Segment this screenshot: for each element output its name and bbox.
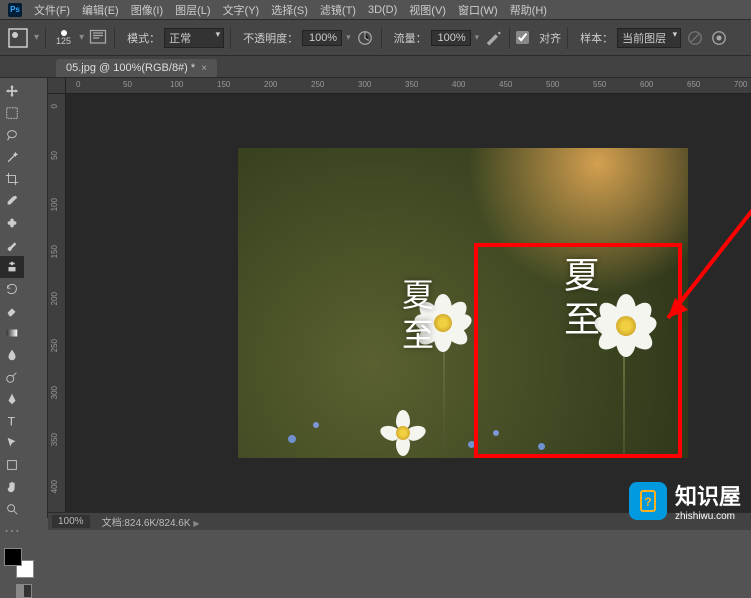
current-tool-icon[interactable] bbox=[6, 26, 30, 50]
small-flower bbox=[313, 422, 319, 428]
menu-select[interactable]: 选择(S) bbox=[265, 0, 314, 20]
watermark: ? 知识屋 zhishiwu.com bbox=[629, 479, 741, 522]
tab-title: 05.jpg @ 100%(RGB/8#) * bbox=[66, 62, 195, 74]
menu-3d[interactable]: 3D(D) bbox=[362, 2, 403, 18]
color-swatches[interactable] bbox=[0, 544, 47, 578]
small-flower bbox=[538, 443, 545, 450]
crop-tool[interactable] bbox=[0, 168, 24, 190]
small-flower bbox=[493, 430, 499, 436]
flower-image bbox=[598, 298, 653, 353]
menu-layer[interactable]: 图层(L) bbox=[169, 0, 216, 20]
opacity-input[interactable]: 100% bbox=[302, 30, 342, 46]
shape-tool[interactable] bbox=[0, 454, 24, 476]
ruler-horizontal[interactable]: 0 50 100 150 200 250 300 350 400 450 500… bbox=[66, 78, 751, 94]
quick-mask-toggle[interactable] bbox=[0, 578, 47, 598]
pressure-opacity-icon[interactable] bbox=[355, 28, 375, 48]
small-flower bbox=[288, 435, 296, 443]
chevron-down-icon[interactable]: ▾ bbox=[475, 32, 480, 43]
menu-window[interactable]: 窗口(W) bbox=[452, 0, 504, 20]
watermark-title: 知识屋 bbox=[675, 484, 741, 509]
document-tab-bar: 05.jpg @ 100%(RGB/8#) * × bbox=[0, 56, 751, 78]
toolbox: T ⋯ bbox=[0, 78, 48, 518]
menu-help[interactable]: 帮助(H) bbox=[504, 0, 553, 20]
pressure-size-icon[interactable] bbox=[709, 28, 729, 48]
move-tool[interactable] bbox=[0, 80, 24, 102]
document-tab[interactable]: 05.jpg @ 100%(RGB/8#) * × bbox=[56, 59, 217, 77]
eraser-tool[interactable] bbox=[0, 300, 24, 322]
heal-tool[interactable] bbox=[0, 212, 24, 234]
pen-tool[interactable] bbox=[0, 388, 24, 410]
foreground-swatch[interactable] bbox=[4, 548, 22, 566]
zoom-level[interactable]: 100% bbox=[52, 515, 90, 528]
doc-size[interactable]: 文档:824.6K/824.6K ▶ bbox=[102, 514, 200, 529]
canvas-text-1: 夏至 bbox=[393, 278, 439, 358]
svg-text:T: T bbox=[8, 414, 16, 428]
options-bar: ▾ 125 ▾ 模式： 正常 不透明度： 100% ▾ 流量： 100% ▾ 对… bbox=[0, 20, 751, 56]
watermark-url: zhishiwu.com bbox=[675, 511, 741, 522]
menu-filter[interactable]: 滤镜(T) bbox=[314, 0, 362, 20]
sample-label: 样本： bbox=[580, 30, 613, 46]
clone-stamp-tool[interactable] bbox=[0, 256, 24, 278]
gradient-tool[interactable] bbox=[0, 322, 24, 344]
zoom-tool[interactable] bbox=[0, 498, 24, 520]
menu-view[interactable]: 视图(V) bbox=[403, 0, 452, 20]
flower-image bbox=[383, 413, 423, 453]
close-icon[interactable]: × bbox=[201, 63, 207, 74]
watermark-icon: ? bbox=[629, 482, 667, 520]
flow-label: 流量： bbox=[394, 30, 427, 46]
flow-input[interactable]: 100% bbox=[431, 30, 471, 46]
brush-preset-picker[interactable]: 125 bbox=[52, 30, 75, 46]
hand-tool[interactable] bbox=[0, 476, 24, 498]
sample-select[interactable]: 当前图层 bbox=[617, 28, 681, 48]
menu-image[interactable]: 图像(I) bbox=[125, 0, 169, 20]
eyedropper-tool[interactable] bbox=[0, 190, 24, 212]
path-select-tool[interactable] bbox=[0, 432, 24, 454]
ps-logo-icon: Ps bbox=[8, 3, 22, 17]
svg-text:?: ? bbox=[644, 495, 651, 509]
edit-toolbar-icon[interactable]: ⋯ bbox=[0, 520, 24, 542]
brush-tool[interactable] bbox=[0, 234, 24, 256]
history-brush-tool[interactable] bbox=[0, 278, 24, 300]
chevron-down-icon[interactable]: ▾ bbox=[79, 32, 84, 43]
mode-label: 模式： bbox=[127, 30, 160, 46]
mode-select[interactable]: 正常 bbox=[164, 28, 224, 48]
ruler-vertical[interactable]: 0 50 100 150 200 250 300 350 400 bbox=[48, 94, 66, 518]
airbrush-icon[interactable] bbox=[483, 28, 503, 48]
align-checkbox[interactable] bbox=[516, 31, 529, 44]
canvas-pane: 0 50 100 150 200 250 300 350 400 450 500… bbox=[48, 78, 751, 518]
blur-tool[interactable] bbox=[0, 344, 24, 366]
marquee-tool[interactable] bbox=[0, 102, 24, 124]
chevron-down-icon[interactable]: ▾ bbox=[346, 32, 351, 43]
menu-type[interactable]: 文字(Y) bbox=[217, 0, 266, 20]
chevron-right-icon: ▶ bbox=[193, 519, 199, 528]
menu-file[interactable]: 文件(F) bbox=[28, 0, 76, 20]
small-flower bbox=[468, 441, 475, 448]
canvas-text-2: 夏至 bbox=[553, 256, 605, 344]
brush-size-value: 125 bbox=[56, 36, 71, 46]
type-tool[interactable]: T bbox=[0, 410, 24, 432]
opacity-label: 不透明度： bbox=[243, 30, 298, 46]
brush-panel-icon[interactable] bbox=[88, 28, 108, 48]
dodge-tool[interactable] bbox=[0, 366, 24, 388]
menu-bar: Ps 文件(F) 编辑(E) 图像(I) 图层(L) 文字(Y) 选择(S) 滤… bbox=[0, 0, 751, 20]
canvas-image[interactable]: 夏至 夏至 bbox=[238, 148, 688, 458]
chevron-down-icon[interactable]: ▾ bbox=[34, 32, 39, 43]
ruler-origin[interactable] bbox=[48, 78, 66, 94]
wand-tool[interactable] bbox=[0, 146, 24, 168]
lasso-tool[interactable] bbox=[0, 124, 24, 146]
align-label: 对齐 bbox=[539, 30, 561, 46]
menu-edit[interactable]: 编辑(E) bbox=[76, 0, 125, 20]
ignore-adjust-icon[interactable] bbox=[685, 28, 705, 48]
